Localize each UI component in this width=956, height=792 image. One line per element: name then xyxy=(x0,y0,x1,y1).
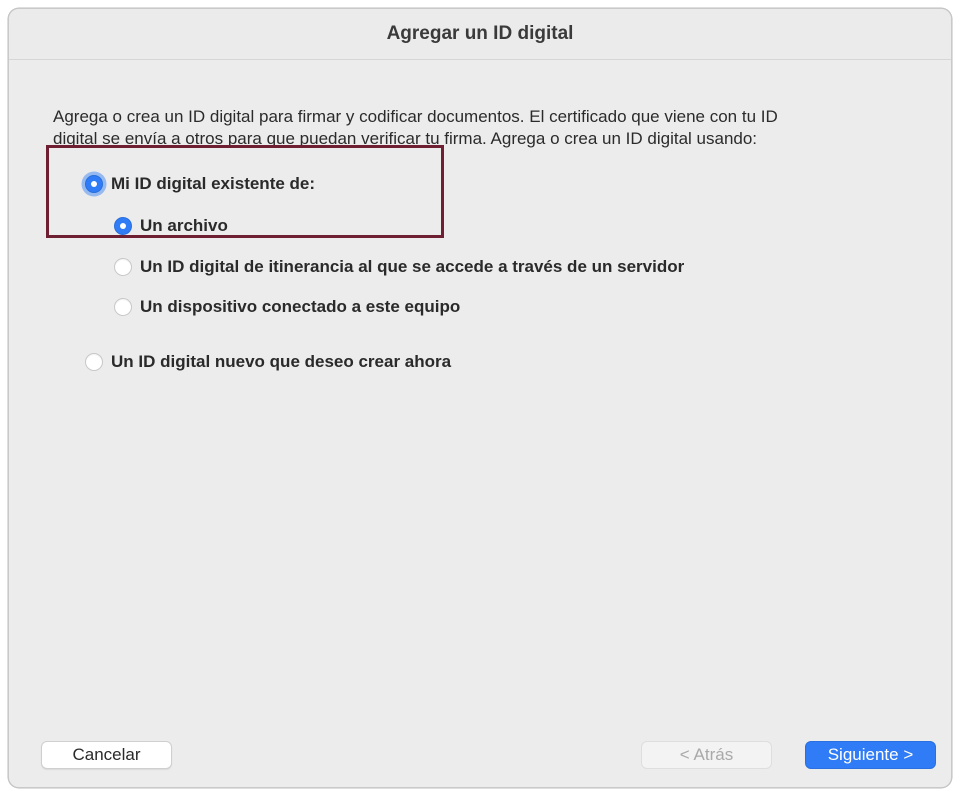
radio-existing-id-label: Mi ID digital existente de: xyxy=(111,174,316,193)
dialog-window: Agregar un ID digital Agrega o crea un I… xyxy=(8,8,952,788)
title-bar: Agregar un ID digital xyxy=(9,9,951,60)
cancel-button[interactable]: Cancelar xyxy=(41,741,172,769)
radio-button-unselected-icon[interactable] xyxy=(114,258,132,276)
radio-new-id[interactable]: Un ID digital nuevo que deseo crear ahor… xyxy=(85,352,451,372)
next-button[interactable]: Siguiente > xyxy=(805,741,936,769)
dialog-content: Agrega o crea un ID digital para firmar … xyxy=(9,60,951,787)
radio-file[interactable]: Un archivo xyxy=(114,216,228,236)
description-line-1: Agrega o crea un ID digital para firmar … xyxy=(53,107,778,126)
dialog-title: Agregar un ID digital xyxy=(386,23,574,44)
radio-roaming-id[interactable]: Un ID digital de itinerancia al que se a… xyxy=(114,257,684,277)
radio-existing-id[interactable]: Mi ID digital existente de: xyxy=(85,174,315,194)
radio-roaming-id-label: Un ID digital de itinerancia al que se a… xyxy=(140,257,685,276)
radio-button-selected-icon[interactable] xyxy=(85,175,103,193)
description-text: Agrega o crea un ID digital para firmar … xyxy=(53,106,933,150)
radio-button-unselected-icon[interactable] xyxy=(85,353,103,371)
radio-file-label: Un archivo xyxy=(140,216,228,235)
radio-button-selected-icon[interactable] xyxy=(114,217,132,235)
radio-connected-device[interactable]: Un dispositivo conectado a este equipo xyxy=(114,297,460,317)
radio-button-unselected-icon[interactable] xyxy=(114,298,132,316)
back-button[interactable]: < Atrás xyxy=(641,741,772,769)
radio-new-id-label: Un ID digital nuevo que deseo crear ahor… xyxy=(111,352,452,371)
radio-connected-device-label: Un dispositivo conectado a este equipo xyxy=(140,297,461,316)
